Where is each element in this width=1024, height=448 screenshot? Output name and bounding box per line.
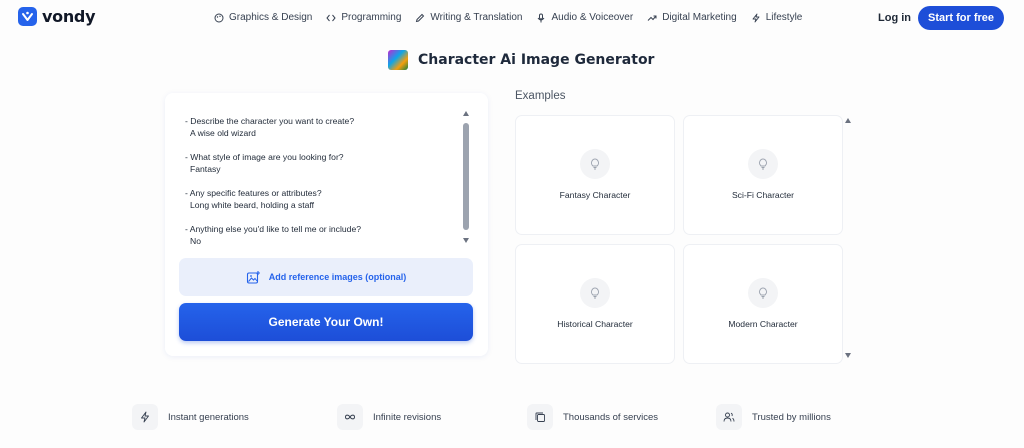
page-title: Character Ai Image Generator <box>418 52 655 68</box>
examples-scroll-up-icon[interactable] <box>845 118 851 123</box>
prompt-question: - What style of image are you looking fo… <box>185 152 344 162</box>
prompt-textarea[interactable]: - Describe the character you want to cre… <box>185 115 455 259</box>
code-icon <box>326 14 337 21</box>
lightbulb-icon <box>580 278 610 308</box>
microphone-icon <box>538 13 545 22</box>
nav-label: Programming <box>341 12 402 23</box>
add-reference-images-button[interactable]: Add reference images (optional) <box>179 258 473 296</box>
lightbulb-icon <box>748 278 778 308</box>
prompt-question: - Describe the character you want to cre… <box>185 116 355 126</box>
start-for-free-button[interactable]: Start for free <box>918 6 1004 30</box>
login-link[interactable]: Log in <box>878 12 911 24</box>
prompt-card: - Describe the character you want to cre… <box>165 93 488 356</box>
feature-instant-generations: Instant generations <box>132 404 249 430</box>
bolt-icon <box>132 404 158 430</box>
nav-label: Graphics & Design <box>229 12 313 23</box>
prompt-question: - Any specific features or attributes? <box>185 188 322 198</box>
top-navigation: vondy Graphics & Design Programming Writ… <box>0 0 1024 38</box>
example-card-modern[interactable]: Modern Character <box>683 244 843 364</box>
logo-text: vondy <box>42 7 96 26</box>
feature-label: Infinite revisions <box>373 411 442 423</box>
generator-thumbnail-image <box>388 50 408 70</box>
vondy-logo[interactable]: vondy <box>18 7 96 26</box>
nav-programming[interactable]: Programming <box>326 12 401 23</box>
users-icon <box>716 404 742 430</box>
nav-lifestyle[interactable]: Lifestyle <box>751 12 803 23</box>
add-image-icon <box>246 270 260 284</box>
scroll-down-arrow-icon[interactable] <box>463 238 469 243</box>
feature-label: Instant generations <box>168 411 249 423</box>
generate-button[interactable]: Generate Your Own! <box>179 303 473 341</box>
lightbulb-icon <box>748 149 778 179</box>
example-card-historical[interactable]: Historical Character <box>515 244 675 364</box>
prompt-question: - Anything else you'd like to tell me or… <box>185 224 361 234</box>
examples-heading: Examples <box>515 90 566 102</box>
nav-label: Writing & Translation <box>430 12 523 23</box>
pen-icon <box>416 13 425 22</box>
bolt-icon <box>752 13 760 22</box>
feature-infinite-revisions: Infinite revisions <box>337 404 441 430</box>
lightbulb-icon <box>580 149 610 179</box>
vondy-logo-icon <box>18 7 37 26</box>
scroll-up-arrow-icon[interactable] <box>463 111 469 116</box>
infinity-icon <box>337 404 363 430</box>
prompt-answer: Fantasy <box>190 164 221 174</box>
example-label: Fantasy Character <box>559 190 631 200</box>
category-nav: Graphics & Design Programming Writing & … <box>214 12 802 23</box>
prompt-answer: No <box>190 236 201 246</box>
nav-audio-voiceover[interactable]: Audio & Voiceover <box>536 12 633 23</box>
prompt-answer: A wise old wizard <box>190 128 256 138</box>
example-card-scifi[interactable]: Sci-Fi Character <box>683 115 843 235</box>
nav-label: Audio & Voiceover <box>551 12 634 23</box>
example-label: Historical Character <box>557 319 633 329</box>
examples-scroll-down-icon[interactable] <box>845 353 851 358</box>
add-reference-label: Add reference images (optional) <box>268 272 407 282</box>
palette-icon <box>214 13 224 22</box>
page-title-row: Character Ai Image Generator <box>388 50 654 70</box>
feature-thousands-of-services: Thousands of services <box>527 404 658 430</box>
example-card-fantasy[interactable]: Fantasy Character <box>515 115 675 235</box>
feature-trusted-by-millions: Trusted by millions <box>716 404 831 430</box>
stack-icon <box>527 404 553 430</box>
example-label: Modern Character <box>728 319 798 329</box>
trend-icon <box>647 15 657 21</box>
nav-graphics-design[interactable]: Graphics & Design <box>214 12 312 23</box>
nav-digital-marketing[interactable]: Digital Marketing <box>647 12 737 23</box>
nav-label: Digital Marketing <box>662 12 737 23</box>
nav-writing-translation[interactable]: Writing & Translation <box>415 12 522 23</box>
scrollbar-thumb[interactable] <box>463 123 469 230</box>
feature-label: Trusted by millions <box>752 411 831 423</box>
prompt-answer: Long white beard, holding a staff <box>190 200 315 210</box>
example-label: Sci-Fi Character <box>731 190 795 200</box>
feature-label: Thousands of services <box>563 411 659 423</box>
nav-label: Lifestyle <box>765 12 803 23</box>
